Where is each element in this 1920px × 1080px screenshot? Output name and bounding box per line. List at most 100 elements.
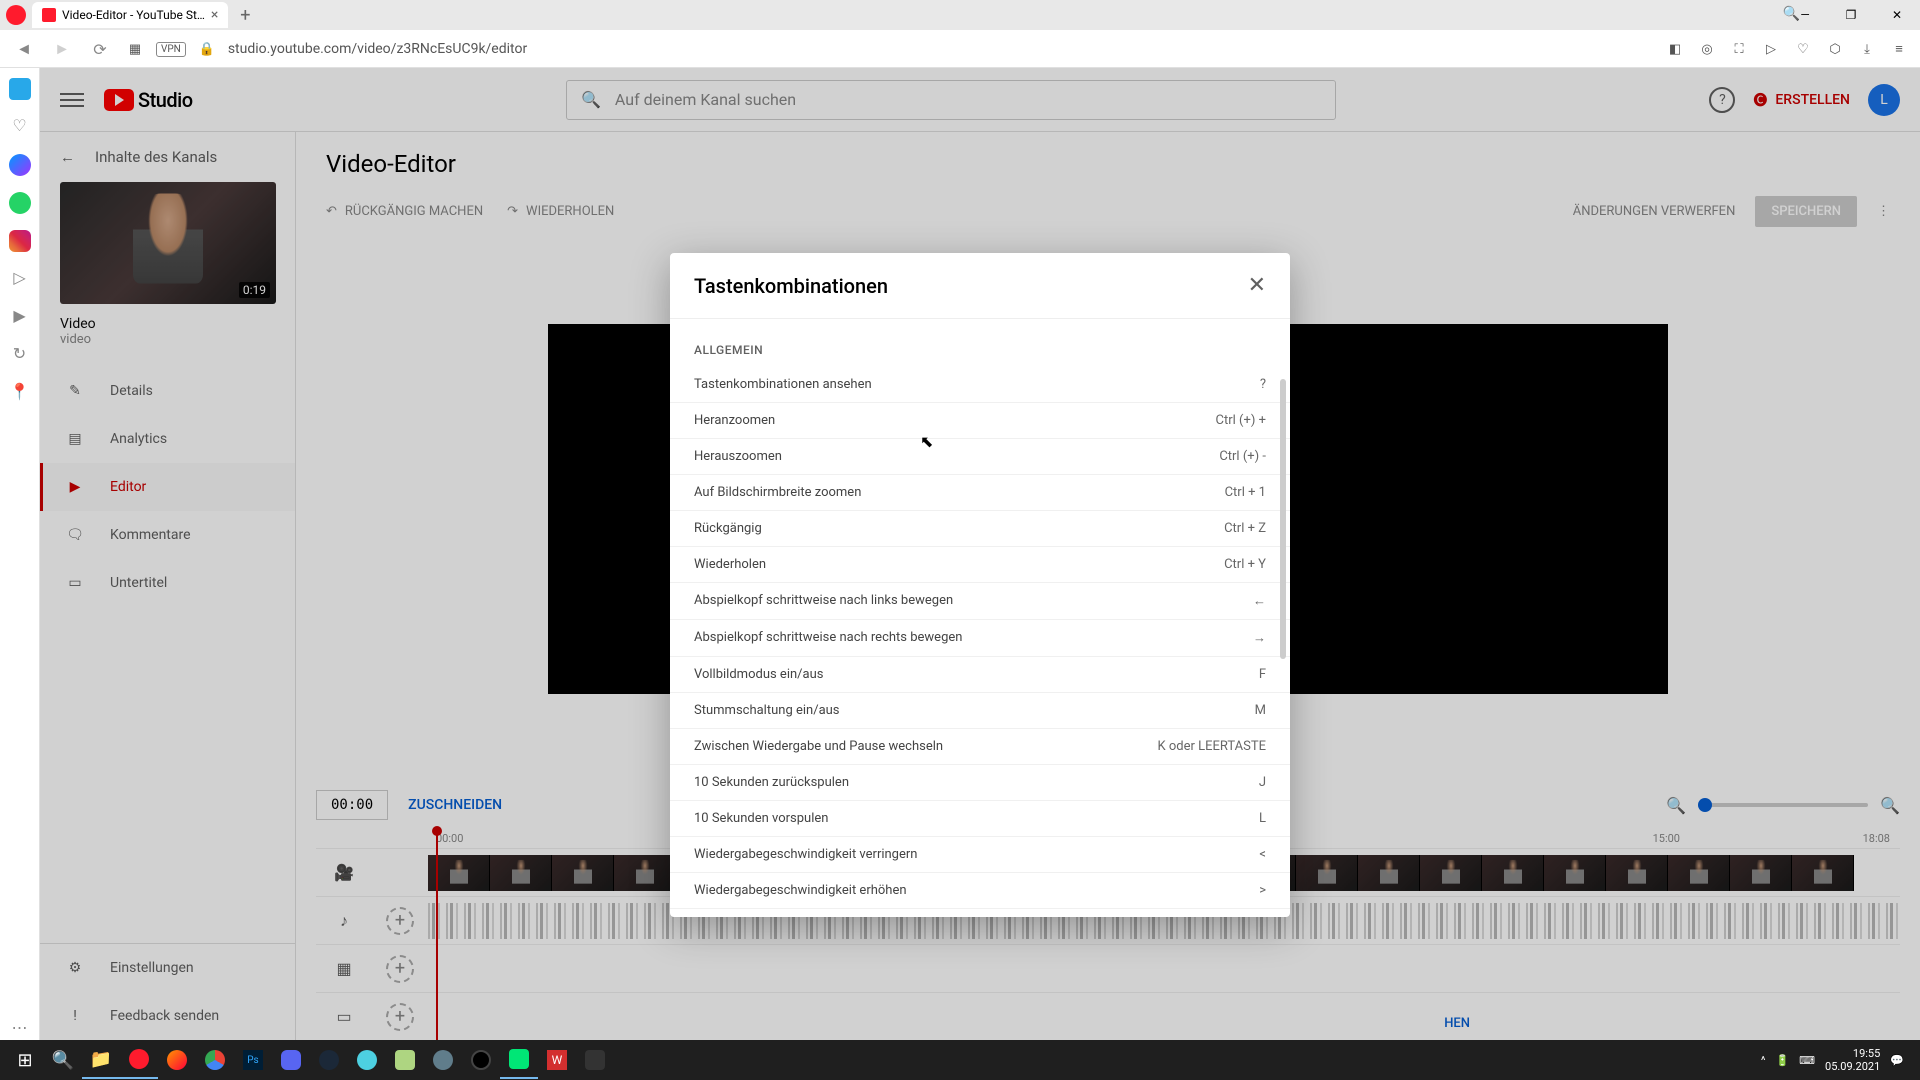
taskbar-app5-icon[interactable]: W (538, 1041, 576, 1079)
taskbar-discord-icon[interactable] (272, 1041, 310, 1079)
shortcut-key: > (1259, 883, 1266, 898)
shortcut-key: Ctrl + 1 (1225, 485, 1266, 500)
taskbar-chrome-icon[interactable] (196, 1041, 234, 1079)
tab-close-icon[interactable]: × (211, 7, 218, 23)
sidebar-more-icon[interactable]: ⋯ (9, 1018, 31, 1040)
taskbar-opera-icon[interactable] (120, 1041, 158, 1079)
taskbar-app1-icon[interactable] (348, 1041, 386, 1079)
shortcut-row: Zwischen Wiedergabe und Pause wechselnK … (670, 729, 1290, 765)
addr-icon-7[interactable]: ⤓ (1856, 38, 1878, 60)
addr-icon-8[interactable]: ≡ (1888, 38, 1910, 60)
tray-lang-icon[interactable]: ⌨ (1799, 1054, 1815, 1067)
tray-notifications-icon[interactable]: 💬 (1890, 1054, 1904, 1067)
shortcut-row: Abspielkopf schrittweise nach links bewe… (670, 583, 1290, 620)
tab-bar: Video-Editor - YouTube St… × + 🔍 — ❐ ✕ (0, 0, 1920, 30)
sidebar-instagram-icon[interactable] (9, 230, 31, 252)
addr-icon-6[interactable]: ⬡ (1824, 38, 1846, 60)
sidebar-telegram-icon[interactable] (9, 78, 31, 100)
shortcut-row: Auf Bildschirmbreite zoomenCtrl + 1 (670, 475, 1290, 511)
shortcuts-modal: Tastenkombinationen ✕ ALLGEMEIN Tastenko… (670, 253, 1290, 917)
shortcut-desc: Zwischen Wiedergabe und Pause wechseln (694, 739, 1157, 754)
shortcut-key: K oder LEERTASTE (1157, 739, 1266, 754)
sidebar-pinboard-icon[interactable]: 📍 (9, 382, 31, 404)
addr-icon-5[interactable]: ♡ (1792, 38, 1814, 60)
vpn-badge[interactable]: VPN (156, 42, 186, 57)
shortcut-desc: Heranzoomen (694, 413, 1216, 428)
modal-scrollbar[interactable] (1280, 379, 1286, 659)
content-area: Studio 🔍 Auf deinem Kanal suchen ? 🅒 ERS… (40, 68, 1920, 1040)
start-button[interactable]: ⊞ (6, 1041, 44, 1079)
shortcut-row: Wiedergabegeschwindigkeit verringern< (670, 837, 1290, 873)
window-minimize-button[interactable]: — (1782, 0, 1828, 30)
taskbar-app6-icon[interactable] (576, 1041, 614, 1079)
sidebar-history-icon[interactable]: ↻ (9, 344, 31, 366)
tray-clock[interactable]: 19:55 05.09.2021 (1825, 1047, 1880, 1073)
shortcut-desc: Tastenkombinationen ansehen (694, 377, 1260, 392)
url-text[interactable]: studio.youtube.com/video/z3RNcEsUC9k/edi… (228, 41, 1654, 57)
shortcut-desc: Rückgängig (694, 521, 1224, 536)
taskbar-obs-icon[interactable] (462, 1041, 500, 1079)
tab-title: Video-Editor - YouTube St… (62, 8, 205, 22)
shortcut-key: Ctrl + Z (1224, 521, 1266, 536)
nav-forward-button[interactable]: ► (48, 35, 76, 63)
tab-favicon-icon (42, 8, 56, 22)
shortcut-key: L (1259, 811, 1266, 826)
shortcut-key: Ctrl + Y (1224, 557, 1266, 572)
tray-time: 19:55 (1825, 1047, 1880, 1060)
nav-back-button[interactable]: ◄ (10, 35, 38, 63)
window-maximize-button[interactable]: ❐ (1828, 0, 1874, 30)
taskbar-search-icon[interactable]: 🔍 (44, 1041, 82, 1079)
opera-logo-icon[interactable] (6, 5, 26, 25)
sidebar-messenger-icon[interactable] (9, 154, 31, 176)
shortcut-row: RückgängigCtrl + Z (670, 511, 1290, 547)
shortcut-key: M (1255, 703, 1266, 718)
taskbar-app2-icon[interactable] (386, 1041, 424, 1079)
shortcut-row: Vollbildmodus ein/ausF (670, 657, 1290, 693)
shortcut-row: Wiedergabegeschwindigkeit erhöhen> (670, 873, 1290, 909)
taskbar-app4-icon[interactable] (500, 1041, 538, 1079)
shortcut-row: 10 Sekunden vorspulenL (670, 801, 1290, 837)
tray-chevron-icon[interactable]: ^ (1761, 1054, 1766, 1067)
shortcut-row: HeranzoomenCtrl (+) + (670, 403, 1290, 439)
browser-tab[interactable]: Video-Editor - YouTube St… × (32, 2, 228, 28)
sidebar-play-icon[interactable]: ▷ (9, 268, 31, 290)
modal-close-button[interactable]: ✕ (1248, 273, 1266, 298)
nav-reload-button[interactable]: ⟳ (86, 35, 114, 63)
addr-icon-4[interactable]: ▷ (1760, 38, 1782, 60)
shortcut-key: J (1259, 775, 1266, 790)
new-tab-button[interactable]: + (232, 2, 258, 28)
addr-icon-3[interactable]: ⛶ (1728, 38, 1750, 60)
browser-chrome: Video-Editor - YouTube St… × + 🔍 — ❐ ✕ ◄… (0, 0, 1920, 68)
shortcut-key: → (1253, 630, 1266, 646)
addr-icon-1[interactable]: ◧ (1664, 38, 1686, 60)
addr-icon-2[interactable]: ◎ (1696, 38, 1718, 60)
speed-dial-icon[interactable]: ▦ (124, 38, 146, 60)
modal-title: Tastenkombinationen (694, 274, 1248, 298)
shortcut-desc: Abspielkopf schrittweise nach links bewe… (694, 593, 1253, 609)
shortcut-row: 10 Sekunden zurückspulenJ (670, 765, 1290, 801)
shortcut-key: Ctrl (+) + (1216, 413, 1266, 428)
taskbar-explorer-icon[interactable]: 📁 (82, 1041, 120, 1079)
shortcut-desc: Wiedergabegeschwindigkeit verringern (694, 847, 1259, 862)
taskbar-app3-icon[interactable] (424, 1041, 462, 1079)
sidebar-heart-icon[interactable]: ♡ (9, 116, 31, 138)
shortcut-desc: Auf Bildschirmbreite zoomen (694, 485, 1225, 500)
sidebar-player-icon[interactable]: ▶ (9, 306, 31, 328)
lock-icon[interactable]: 🔒 (196, 38, 218, 60)
address-right-icons: ◧ ◎ ⛶ ▷ ♡ ⬡ ⤓ ≡ (1664, 38, 1910, 60)
shortcut-row: Abspielkopf schrittweise nach rechts bew… (670, 620, 1290, 657)
taskbar-steam-icon[interactable] (310, 1041, 348, 1079)
taskbar-firefox-icon[interactable] (158, 1041, 196, 1079)
taskbar-photoshop-icon[interactable]: Ps (234, 1041, 272, 1079)
shortcut-desc: 10 Sekunden zurückspulen (694, 775, 1259, 790)
tray-battery-icon[interactable]: 🔋 (1775, 1054, 1789, 1067)
shortcut-desc: Vollbildmodus ein/aus (694, 667, 1259, 682)
sidebar-whatsapp-icon[interactable] (9, 192, 31, 214)
window-close-button[interactable]: ✕ (1874, 0, 1920, 30)
shortcut-key: ? (1260, 377, 1266, 392)
shortcut-row: Tastenkombinationen ansehen? (670, 367, 1290, 403)
modal-body[interactable]: ALLGEMEIN Tastenkombinationen ansehen?He… (670, 319, 1290, 917)
modal-header: Tastenkombinationen ✕ (670, 253, 1290, 319)
address-bar: ◄ ► ⟳ ▦ VPN 🔒 studio.youtube.com/video/z… (0, 30, 1920, 68)
shortcut-row: Stummschaltung ein/ausM (670, 693, 1290, 729)
